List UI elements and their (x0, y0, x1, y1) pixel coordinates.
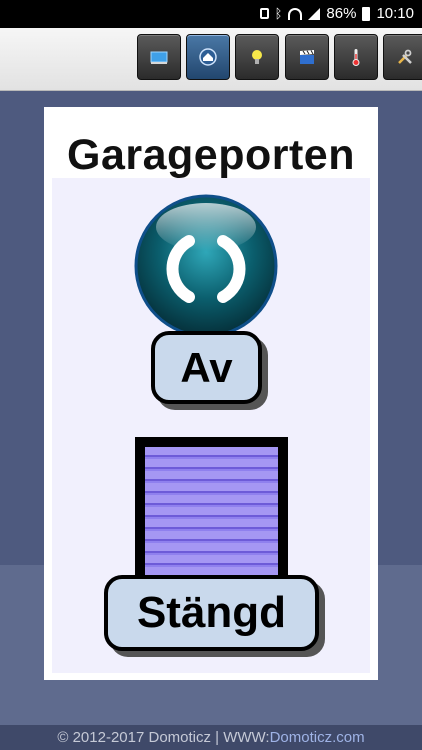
top-toolbar (0, 28, 422, 91)
tools-icon (398, 49, 412, 64)
house-icon (199, 48, 217, 66)
power-toggle-icon[interactable] (133, 193, 279, 339)
monitor-icon (150, 51, 168, 64)
battery-percent: 86% (326, 5, 357, 22)
floorplans-button[interactable] (186, 34, 230, 80)
clock: 10:10 (376, 5, 414, 22)
door-slats (145, 447, 278, 577)
battery-icon (362, 6, 371, 21)
temperature-button[interactable] (334, 34, 378, 80)
footer-copyright: © 2012-2017 Domoticz | WWW: (57, 729, 270, 746)
switches-button[interactable] (235, 34, 279, 80)
lock-icon (259, 8, 269, 19)
dashboard-button[interactable] (137, 34, 181, 80)
wifi-icon (288, 7, 303, 20)
signal-icon (308, 7, 321, 20)
setup-button[interactable] (383, 34, 422, 80)
thermometer-icon (352, 49, 360, 66)
scenes-button[interactable] (285, 34, 329, 80)
device-title: Garageporten (67, 131, 355, 179)
garage-door-icon[interactable] (135, 437, 288, 587)
bluetooth-icon: ᛒ (274, 5, 283, 21)
door-state-label[interactable]: Stängd (104, 575, 319, 651)
lightbulb-icon (252, 50, 262, 64)
footer-link[interactable]: Domoticz.com (270, 729, 365, 746)
toggle-state-label[interactable]: Av (151, 331, 262, 404)
status-bar: ᛒ 86% 10:10 (0, 0, 422, 28)
footer: © 2012-2017 Domoticz | WWW: Domoticz.com (0, 725, 422, 750)
clapperboard-icon (300, 50, 314, 64)
